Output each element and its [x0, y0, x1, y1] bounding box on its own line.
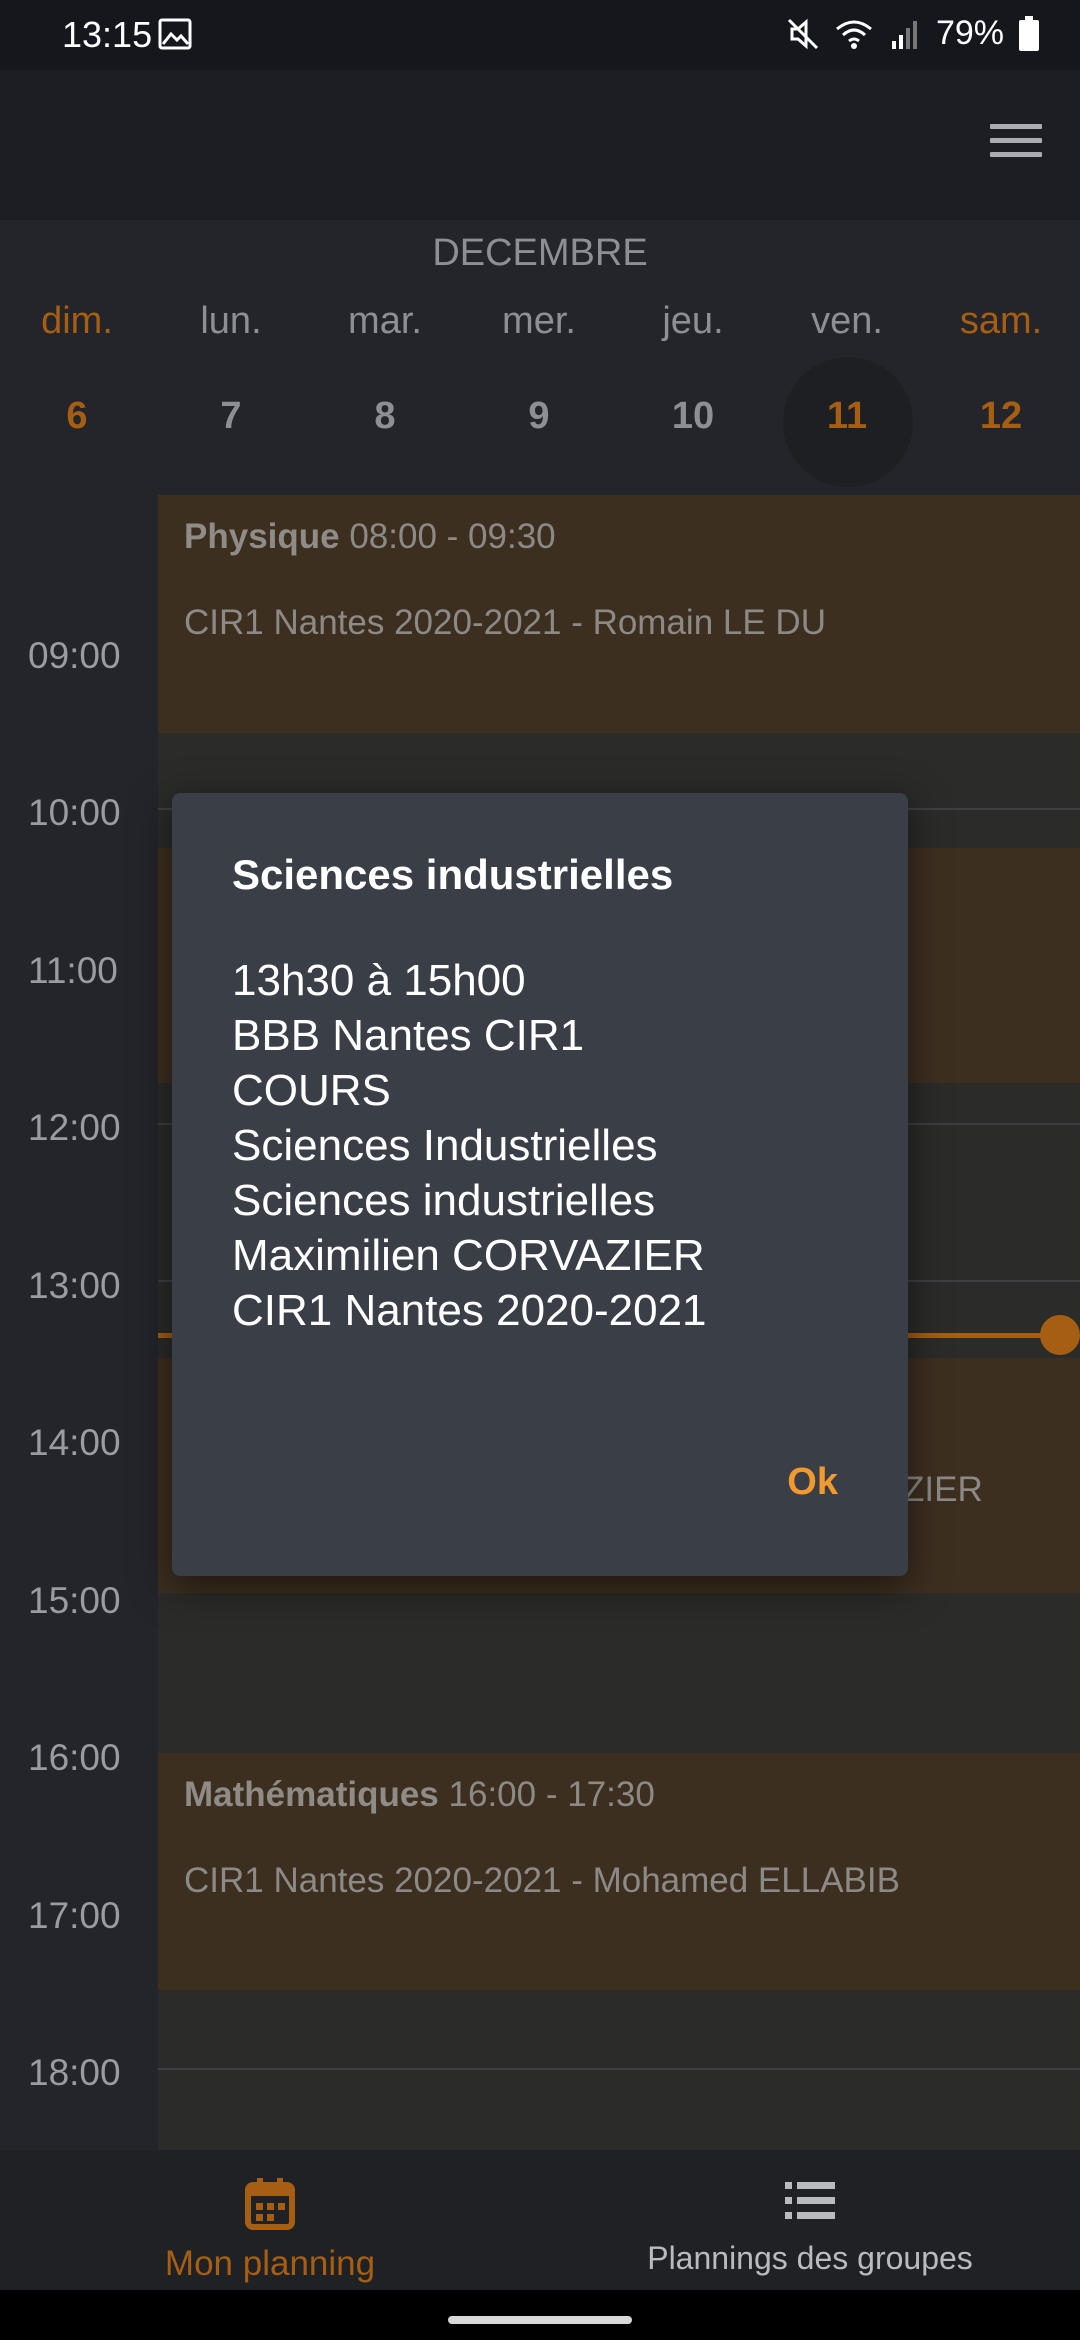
day-number: 12	[979, 395, 1023, 437]
hour-label: 13:00	[28, 1265, 121, 1306]
day-wednesday[interactable]: mer. 9	[462, 300, 616, 438]
hour-label: 12:00	[28, 1107, 121, 1148]
nav-label: Mon planning	[164, 2244, 376, 2283]
dialog-title: Sciences industrielles	[232, 851, 674, 898]
event-details-dialog: Sciences industrielles 13h30 à 15h00 BBB…	[172, 793, 908, 1576]
day-name: mar.	[348, 300, 422, 342]
list-icon	[785, 2182, 835, 2219]
signal-icon	[891, 20, 917, 49]
dialog-course: Sciences industrielles	[232, 1176, 656, 1225]
calendar-icon	[245, 2178, 295, 2230]
dialog-type: COURS	[232, 1066, 391, 1115]
event-title-line: Physique 08:00 - 09:30	[184, 517, 556, 557]
status-bar: 13:15 79%	[0, 0, 1080, 70]
event-mathematiques[interactable]: Mathématiques 16:00 - 17:30 CIR1 Nantes …	[158, 1753, 1080, 1990]
hour-label: 11:00	[28, 950, 118, 991]
hour-label: 10:00	[28, 792, 121, 833]
current-time-dot	[1040, 1315, 1080, 1355]
day-name: ven.	[811, 300, 883, 342]
day-name: mer.	[502, 300, 576, 342]
app-screen: 13:15 79% DECEMBRE dim. 6 lun. 7 mar. 8 …	[0, 0, 1080, 2340]
event-time: 16:00 - 17:30	[448, 1775, 655, 1814]
day-name: dim.	[41, 300, 113, 342]
dialog-teacher: Maximilien CORVAZIER	[232, 1231, 705, 1280]
dialog-time-range: 13h30 à 15h00	[232, 956, 526, 1005]
hour-label: 09:00	[28, 635, 121, 676]
hour-label: 15:00	[28, 1580, 121, 1621]
nav-label: Plannings des groupes	[647, 2240, 973, 2276]
dialog-body: 13h30 à 15h00 BBB Nantes CIR1 COURS Scie…	[232, 953, 707, 1338]
hour-label: 16:00	[28, 1737, 121, 1778]
day-number: 8	[374, 395, 396, 437]
day-number: 9	[528, 395, 550, 437]
day-number: 10	[671, 395, 715, 437]
hamburger-menu-icon[interactable]	[990, 124, 1042, 164]
event-partial-text: ZIER	[903, 1470, 983, 1509]
hour-label: 14:00	[28, 1422, 121, 1463]
status-icons: 79%	[786, 14, 1040, 53]
event-title: Physique	[184, 517, 340, 556]
hour-label: 17:00	[28, 1895, 121, 1936]
nav-my-schedule[interactable]: Mon planning	[0, 2176, 540, 2284]
event-title-line: Mathématiques 16:00 - 17:30	[184, 1775, 655, 1815]
app-bar	[0, 70, 1080, 220]
system-navigation-bar	[0, 2290, 1080, 2340]
bottom-navigation: Mon planning Plannings des groupes	[0, 2150, 1080, 2290]
day-monday[interactable]: lun. 7	[154, 300, 308, 438]
day-number-selected: 11	[826, 395, 868, 437]
day-sunday[interactable]: dim. 6	[0, 300, 154, 438]
day-number: 7	[220, 395, 242, 437]
battery-icon	[1019, 15, 1039, 51]
day-name: jeu.	[662, 300, 724, 342]
gallery-notification-icon	[158, 18, 192, 50]
event-time: 08:00 - 09:30	[349, 517, 556, 556]
event-physique[interactable]: Physique 08:00 - 09:30 CIR1 Nantes 2020-…	[158, 495, 1080, 733]
event-subtitle: CIR1 Nantes 2020-2021 - Romain LE DU	[184, 603, 826, 642]
day-number: 6	[66, 395, 88, 437]
ok-button[interactable]: Ok	[787, 1461, 838, 1504]
event-subtitle: CIR1 Nantes 2020-2021 - Mohamed ELLABIB	[184, 1861, 900, 1900]
status-time: 13:15	[62, 14, 153, 55]
hour-divider	[158, 2068, 1080, 2070]
wifi-icon	[835, 20, 872, 49]
dialog-group: CIR1 Nantes 2020-2021	[232, 1286, 707, 1335]
day-saturday[interactable]: sam. 12	[924, 300, 1078, 438]
battery-percent: 79%	[935, 14, 1004, 52]
day-friday[interactable]: ven. 11	[770, 300, 924, 438]
mute-icon	[787, 18, 818, 49]
dialog-subject: Sciences Industrielles	[232, 1121, 658, 1170]
home-gesture-bar[interactable]	[448, 2316, 632, 2324]
hour-label: 18:00	[28, 2052, 121, 2093]
day-name: lun.	[200, 300, 262, 342]
day-thursday[interactable]: jeu. 10	[616, 300, 770, 438]
day-tuesday[interactable]: mar. 8	[308, 300, 462, 438]
day-name: sam.	[959, 300, 1043, 342]
month-label: DECEMBRE	[432, 232, 648, 274]
nav-group-schedules[interactable]: Plannings des groupes	[540, 2176, 1080, 2277]
event-title: Mathématiques	[184, 1775, 439, 1814]
week-header: DECEMBRE dim. 6 lun. 7 mar. 8 mer. 9 jeu…	[0, 220, 1080, 495]
dialog-location: BBB Nantes CIR1	[232, 1011, 585, 1060]
